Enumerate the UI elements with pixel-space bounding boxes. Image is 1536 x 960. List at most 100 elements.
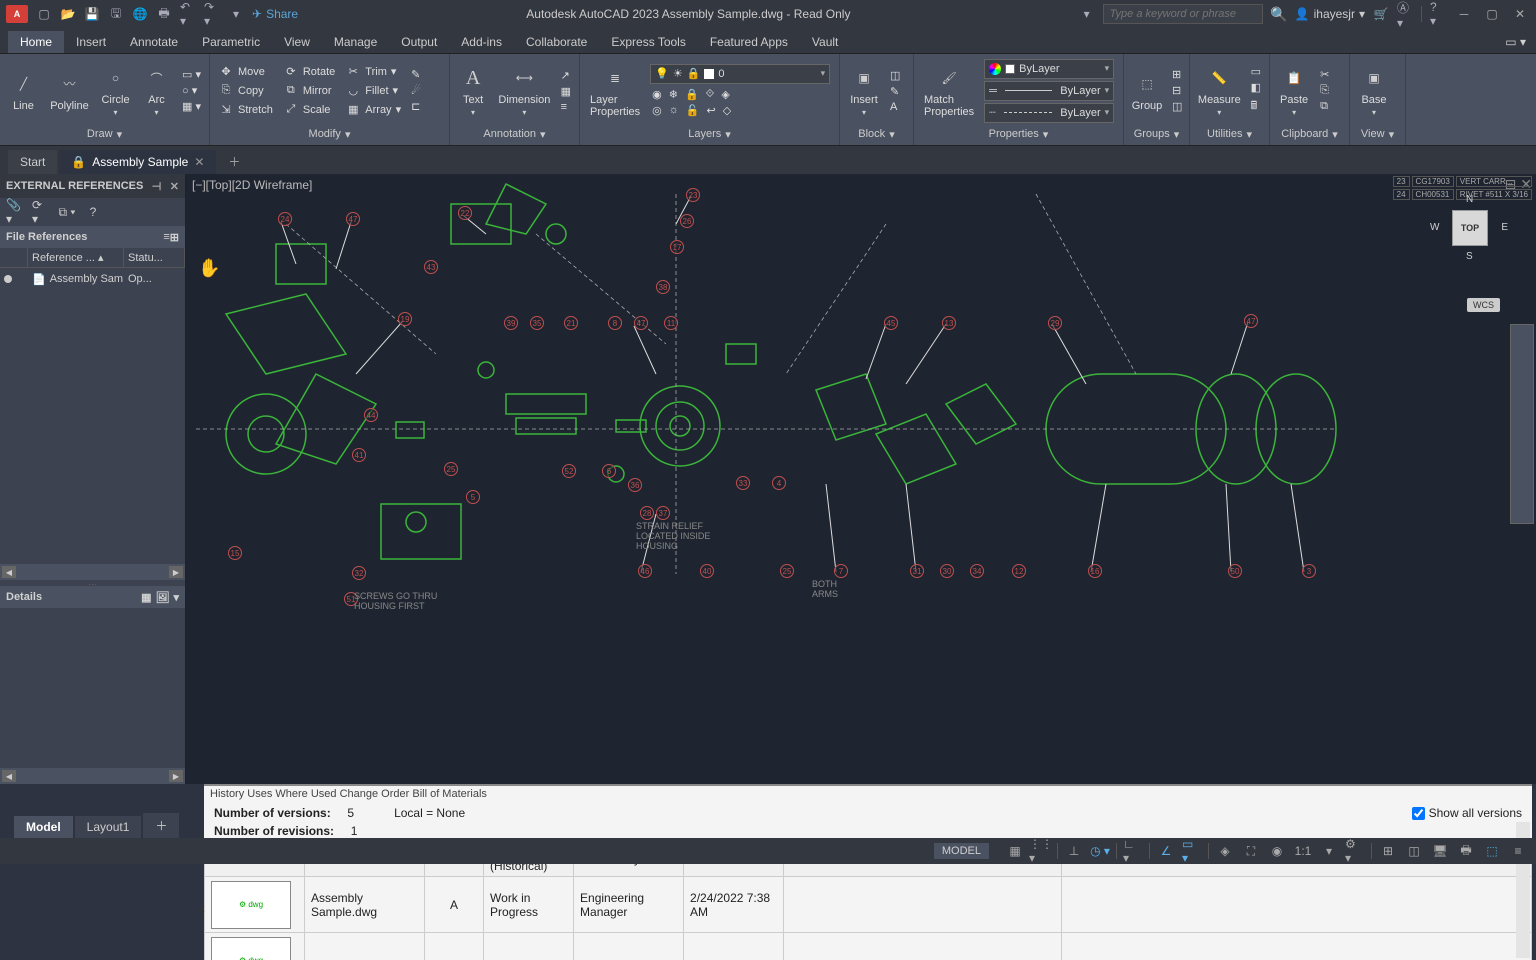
cart-icon[interactable]: 🛒 <box>1373 6 1389 22</box>
user-menu[interactable]: 👤 ihayesjr ▾ <box>1295 7 1365 21</box>
qselect-icon[interactable]: ◧ <box>1249 80 1263 95</box>
chevron-down-icon[interactable]: ▾ <box>173 591 179 604</box>
details-icon2[interactable]: 🖼 <box>156 591 170 604</box>
qat-web-icon[interactable]: 🌐 <box>132 6 148 22</box>
tab-featured[interactable]: Featured Apps <box>698 31 800 53</box>
erase-icon[interactable]: ✎ <box>409 67 423 82</box>
qat-saveas-icon[interactable]: 🖫 <box>108 6 124 22</box>
details-icon1[interactable]: ▦ <box>141 591 151 604</box>
tab-express[interactable]: Express Tools <box>599 31 697 53</box>
qat-save-icon[interactable]: 💾 <box>84 6 100 22</box>
group-button[interactable]: ⬚Group <box>1130 68 1164 114</box>
show-all-checkbox[interactable] <box>1412 807 1425 820</box>
history-row[interactable]: ⚙ dwg Assembly Sample.dwg A Work in Prog… <box>205 877 1532 933</box>
lineweight-icon[interactable]: ▭ ▾ <box>1182 842 1202 860</box>
layer-lock-icon[interactable]: 🔒 <box>683 87 701 102</box>
group-bbox-icon[interactable]: ◫ <box>1170 99 1184 114</box>
xref-manage-icon[interactable]: ⧉ ▾ <box>58 203 76 221</box>
move-button[interactable]: ✥Move <box>216 63 275 81</box>
rectangle-button[interactable]: ▭ ▾ <box>180 67 203 82</box>
undo-icon[interactable]: ↶ ▾ <box>180 6 196 22</box>
tab-layout1[interactable]: Layout1 <box>75 816 142 838</box>
offset-icon[interactable]: ⊏ <box>409 99 423 114</box>
maximize-vp-icon[interactable]: ⊞ <box>1378 842 1398 860</box>
menu-icon[interactable]: ≡ <box>1508 842 1528 860</box>
details-scroll[interactable]: ◀▶ <box>0 768 185 784</box>
xref-row[interactable]: 📄Assembly Sam... Op... <box>0 268 185 290</box>
tab-view[interactable]: View <box>272 31 322 53</box>
model-badge[interactable]: MODEL <box>934 843 989 859</box>
lineweight-dropdown[interactable]: ═ByLayer <box>984 81 1114 101</box>
layer-uniso-icon[interactable]: ◇ <box>721 103 733 118</box>
panel-block-label[interactable]: Block ▾ <box>844 125 909 143</box>
layer-properties-button[interactable]: ≣Layer Properties <box>586 62 644 120</box>
tree-view-icon[interactable]: ⊞ <box>170 231 179 244</box>
panel-view-label[interactable]: View ▾ <box>1354 125 1401 143</box>
circle-button[interactable]: ○Circle▾ <box>98 62 133 119</box>
row-expand-icon[interactable]: ▸ <box>204 906 205 917</box>
attach-icon[interactable]: 📎 ▾ <box>6 203 24 221</box>
col-status[interactable]: Statu... <box>124 248 185 267</box>
layer-off-icon[interactable]: ◉ <box>650 87 664 102</box>
close-tab-icon[interactable]: ✕ <box>194 155 204 169</box>
insert-button[interactable]: ▣Insert▾ <box>846 62 882 119</box>
drawing-canvas[interactable]: [−][Top][2D Wireframe] ✋ ⊟ ✕ 23CG17903VE… <box>186 174 1536 784</box>
exchange-icon[interactable]: Ⓐ ▾ <box>1397 6 1413 22</box>
history-tabs[interactable]: History Uses Where Used Change Order Bil… <box>204 786 1532 804</box>
col-reference[interactable]: Reference ...▴ <box>28 248 124 267</box>
table-icon[interactable]: ▦ <box>559 84 573 99</box>
hatch-button[interactable]: ▦ ▾ <box>180 99 203 114</box>
navigation-bar[interactable] <box>1510 324 1534 524</box>
ribbon-collapse-icon[interactable]: ▭ ▾ <box>1495 31 1536 53</box>
qat-new-icon[interactable]: ▢ <box>36 6 52 22</box>
tab-collaborate[interactable]: Collaborate <box>514 31 599 53</box>
panel-annotation-label[interactable]: Annotation ▾ <box>454 125 575 143</box>
leader-icon[interactable]: ↗ <box>559 68 573 83</box>
palette-scroll[interactable]: ◀▶ <box>0 564 185 580</box>
match-properties-button[interactable]: 🖌Match Properties <box>920 62 978 120</box>
share-button[interactable]: ✈ Share <box>252 7 298 21</box>
hardware-icon[interactable]: 🖥 <box>1430 842 1450 860</box>
base-button[interactable]: ▣Base▾ <box>1356 62 1392 119</box>
gizmo-icon[interactable]: ◉ <box>1267 842 1287 860</box>
close-icon[interactable]: ✕ <box>1510 5 1530 23</box>
text-button[interactable]: AText▾ <box>456 62 490 119</box>
trim-button[interactable]: ✂Trim ▾ <box>343 63 403 81</box>
mtext-icon[interactable]: ≡ <box>559 100 573 114</box>
fillet-button[interactable]: ◡Fillet ▾ <box>343 82 403 100</box>
app-logo[interactable]: A <box>6 5 28 23</box>
ellipse-button[interactable]: ○ ▾ <box>180 83 203 98</box>
polyline-button[interactable]: 〰Polyline <box>47 68 92 114</box>
tab-output[interactable]: Output <box>389 31 449 53</box>
ungroup-icon[interactable]: ⊞ <box>1170 67 1184 82</box>
edit-block-icon[interactable]: ✎ <box>888 84 902 99</box>
scale-label[interactable]: 1:1 <box>1293 842 1313 860</box>
osnap-icon[interactable]: ∟ ▾ <box>1123 842 1143 860</box>
selection-icon[interactable]: ⛶ <box>1241 842 1261 860</box>
search-dropdown-icon[interactable]: ▾ <box>1079 6 1095 22</box>
viewcube[interactable]: NS WE TOP <box>1440 198 1500 258</box>
stretch-button[interactable]: ⇲Stretch <box>216 101 275 119</box>
panel-properties-label[interactable]: Properties ▾ <box>918 125 1119 143</box>
gear-icon[interactable]: ⚙ ▾ <box>1345 842 1365 860</box>
layer-match-icon[interactable]: ⟐ <box>704 87 717 102</box>
calc-icon[interactable]: 🖩 <box>1249 96 1263 117</box>
otrack-icon[interactable]: ∠ <box>1156 842 1176 860</box>
qat-open-icon[interactable]: 📂 <box>60 6 76 22</box>
paste-button[interactable]: 📋Paste▾ <box>1276 62 1312 119</box>
scale-button[interactable]: ⤢Scale <box>281 101 337 119</box>
qat-plot-icon[interactable]: 🖶 <box>156 6 172 22</box>
wcs-badge[interactable]: WCS <box>1467 298 1500 312</box>
layer-on-icon[interactable]: ◎ <box>650 103 664 118</box>
cut-icon[interactable]: ✂ <box>1318 67 1331 82</box>
minimize-icon[interactable]: ─ <box>1454 5 1474 23</box>
redo-icon[interactable]: ↷ ▾ <box>204 6 220 22</box>
tab-home[interactable]: Home <box>8 31 64 53</box>
color-dropdown[interactable]: ByLayer <box>984 59 1114 79</box>
search-input[interactable] <box>1103 4 1263 24</box>
grid-icon[interactable]: ▦ <box>1005 842 1025 860</box>
linetype-dropdown[interactable]: ┈ByLayer <box>984 103 1114 123</box>
tab-annotate[interactable]: Annotate <box>118 31 190 53</box>
panel-modify-label[interactable]: Modify ▾ <box>214 125 445 143</box>
line-button[interactable]: ╱Line <box>6 68 41 114</box>
